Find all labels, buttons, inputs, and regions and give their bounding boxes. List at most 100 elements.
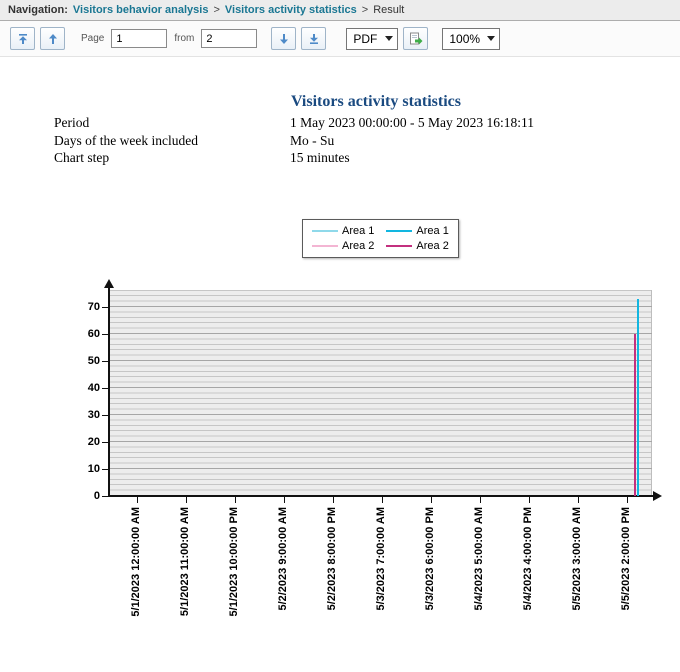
chevron-down-icon: [487, 36, 495, 41]
report-title: Visitors activity statistics: [72, 93, 680, 111]
y-axis-tick-label: 20: [62, 435, 100, 449]
legend-label: Area 1: [342, 225, 374, 237]
report-page: Visitors activity statistics Period1 May…: [0, 93, 680, 672]
major-gridline: [110, 387, 652, 388]
y-axis-tick-label: 60: [62, 327, 100, 341]
legend-label: Area 2: [416, 240, 448, 252]
parameter-row: Period1 May 2023 00:00:00 - 5 May 2023 1…: [54, 114, 680, 132]
legend-line-swatch: [386, 245, 412, 247]
plot-area: [110, 290, 652, 496]
parameter-label: Days of the week included: [54, 132, 290, 150]
y-axis-tick-label: 0: [62, 489, 100, 503]
major-gridline: [110, 441, 652, 442]
x-axis-tick-label: 5/5/2023 2:00:00 PM: [619, 507, 634, 610]
x-axis-tick-label: 5/2/2023 9:00:00 AM: [276, 507, 291, 611]
y-axis-arrow: [104, 279, 114, 288]
x-axis-tick: [333, 497, 334, 503]
x-axis-tick: [627, 497, 628, 503]
breadcrumb-link-visitors-activity-statistics[interactable]: Visitors activity statistics: [225, 4, 357, 16]
export-format-value: PDF: [353, 32, 377, 46]
series-spike-area-2: [634, 334, 636, 496]
page-label: Page: [81, 33, 104, 44]
chevron-down-icon: [385, 36, 393, 41]
y-axis-tick: [102, 361, 108, 362]
arrow-up-bar-icon: [17, 33, 29, 45]
legend-line-swatch: [386, 230, 412, 232]
legend-item: Area 1: [312, 225, 374, 237]
zoom-value: 100%: [449, 32, 480, 46]
parameter-value: Mo - Su: [290, 132, 334, 150]
major-gridline: [110, 414, 652, 415]
x-axis-arrow: [653, 491, 662, 501]
arrow-down-icon: [278, 33, 290, 45]
x-axis: [108, 495, 654, 497]
x-axis-tick-label: 5/3/2023 6:00:00 PM: [423, 507, 438, 610]
chart: 0102030405060705/1/2023 12:00:00 AM5/1/2…: [0, 280, 680, 672]
y-axis: [108, 288, 110, 497]
parameter-label: Period: [54, 114, 290, 132]
arrow-up-icon: [47, 33, 59, 45]
breadcrumb-current: Result: [373, 4, 404, 16]
x-axis-tick-label: 5/5/2023 3:00:00 AM: [570, 507, 585, 611]
breadcrumb-prefix: Navigation:: [8, 4, 68, 16]
breadcrumb-separator: >: [213, 4, 219, 16]
parameter-value: 1 May 2023 00:00:00 - 5 May 2023 16:18:1…: [290, 114, 534, 132]
x-axis-tick: [382, 497, 383, 503]
y-axis-tick-label: 10: [62, 462, 100, 476]
chart-legend: Area 1 Area 1 Area 2 Area 2: [302, 219, 459, 258]
major-gridline: [110, 333, 652, 334]
legend-line-swatch: [312, 245, 338, 247]
zoom-select[interactable]: 100%: [442, 28, 500, 50]
x-axis-tick: [137, 497, 138, 503]
y-axis-tick-label: 50: [62, 354, 100, 368]
parameter-value: 15 minutes: [290, 149, 350, 167]
y-axis-tick-label: 30: [62, 408, 100, 422]
report-parameters: Period1 May 2023 00:00:00 - 5 May 2023 1…: [54, 114, 680, 167]
report-toolbar: Page from PDF 100%: [0, 21, 680, 57]
x-axis-tick-label: 5/3/2023 7:00:00 AM: [374, 507, 389, 611]
breadcrumb: Navigation: Visitors behavior analysis >…: [0, 0, 680, 21]
y-axis-tick: [102, 442, 108, 443]
x-axis-tick: [235, 497, 236, 503]
x-axis-tick-label: 5/1/2023 10:00:00 PM: [227, 507, 242, 616]
major-gridline: [110, 360, 652, 361]
first-page-button[interactable]: [10, 27, 35, 50]
series-spike-area-1: [637, 299, 639, 496]
legend-item: Area 1: [386, 225, 448, 237]
previous-page-button[interactable]: [40, 27, 65, 50]
from-label: from: [174, 33, 194, 44]
export-icon: [409, 32, 423, 46]
x-axis-tick: [431, 497, 432, 503]
x-axis-tick: [186, 497, 187, 503]
legend-label: Area 2: [342, 240, 374, 252]
legend-line-swatch: [312, 230, 338, 232]
y-axis-tick: [102, 415, 108, 416]
major-gridline: [110, 468, 652, 469]
legend-item: Area 2: [386, 240, 448, 252]
x-axis-tick-label: 5/2/2023 8:00:00 PM: [325, 507, 340, 610]
x-axis-tick: [480, 497, 481, 503]
y-axis-tick: [102, 469, 108, 470]
x-axis-tick-label: 5/4/2023 4:00:00 PM: [521, 507, 536, 610]
export-format-select[interactable]: PDF: [346, 28, 398, 50]
y-axis-tick-label: 40: [62, 381, 100, 395]
y-axis-tick: [102, 388, 108, 389]
x-axis-tick: [284, 497, 285, 503]
parameter-label: Chart step: [54, 149, 290, 167]
last-page-button[interactable]: [301, 27, 326, 50]
page-number-input[interactable]: [111, 29, 167, 48]
x-axis-tick-label: 5/4/2023 5:00:00 AM: [472, 507, 487, 611]
legend-label: Area 1: [416, 225, 448, 237]
breadcrumb-link-visitors-behavior-analysis[interactable]: Visitors behavior analysis: [73, 4, 209, 16]
breadcrumb-separator: >: [362, 4, 368, 16]
y-axis-tick-label: 70: [62, 300, 100, 314]
y-axis-tick: [102, 334, 108, 335]
y-axis-tick: [102, 307, 108, 308]
pages-total-input[interactable]: [201, 29, 257, 48]
next-page-button[interactable]: [271, 27, 296, 50]
x-axis-tick: [578, 497, 579, 503]
export-button[interactable]: [403, 27, 428, 50]
x-axis-tick: [529, 497, 530, 503]
parameter-row: Days of the week includedMo - Su: [54, 132, 680, 150]
arrow-down-bar-icon: [308, 33, 320, 45]
